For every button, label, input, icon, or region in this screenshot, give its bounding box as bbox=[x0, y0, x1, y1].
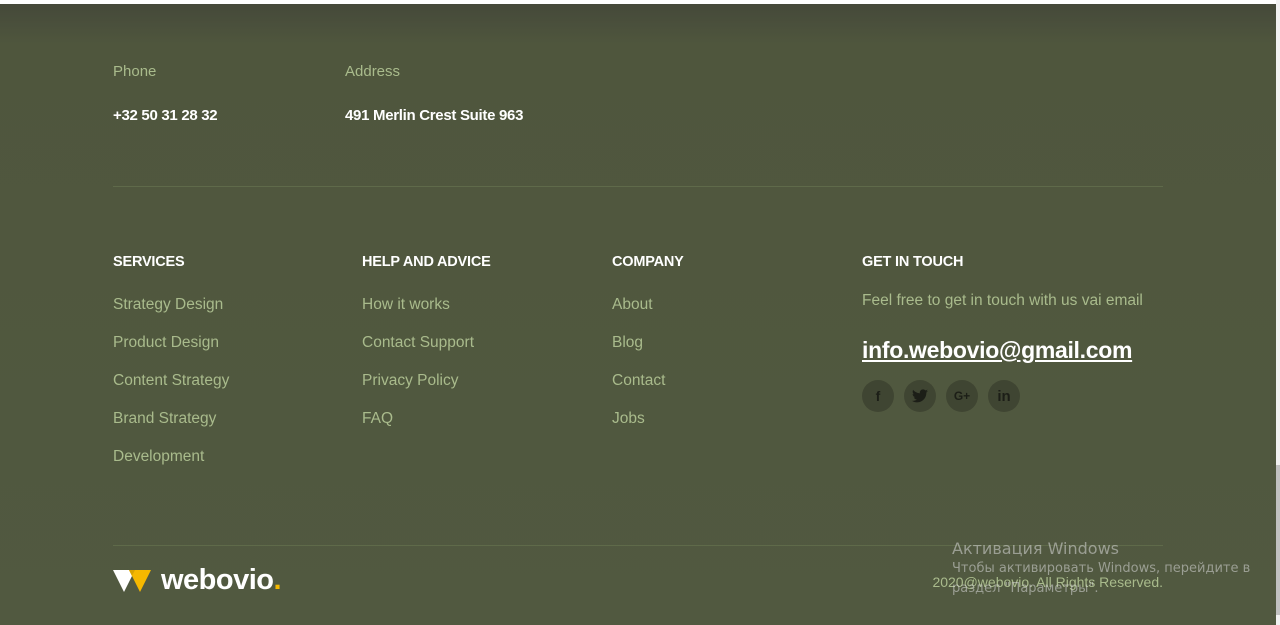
company-link[interactable]: Blog bbox=[612, 333, 684, 353]
address-block: Address 491 Merlin Crest Suite 963 bbox=[345, 62, 523, 124]
address-label: Address bbox=[345, 63, 401, 80]
watermark-text: Чтобы активировать Windows, перейдите в … bbox=[952, 561, 1251, 596]
company-link[interactable]: About bbox=[612, 295, 684, 315]
scrollbar-thumb[interactable] bbox=[1276, 465, 1280, 615]
help-title: HELP AND ADVICE bbox=[362, 254, 491, 270]
services-title: SERVICES bbox=[113, 254, 185, 270]
windows-activation-watermark: Активация Windows Чтобы активировать Win… bbox=[952, 539, 1252, 599]
services-link[interactable]: Strategy Design bbox=[113, 295, 229, 315]
services-column: SERVICES Strategy Design Product Design … bbox=[113, 253, 229, 485]
get-in-touch-column: GET IN TOUCH Feel free to get in touch w… bbox=[862, 253, 1162, 412]
logo-word: webovio bbox=[161, 564, 274, 596]
site-footer: Phone +32 50 31 28 32 Address 491 Merlin… bbox=[0, 4, 1276, 625]
help-column: HELP AND ADVICE How it works Contact Sup… bbox=[362, 253, 491, 447]
company-column: COMPANY About Blog Contact Jobs bbox=[612, 253, 684, 447]
logo-mark-icon bbox=[113, 569, 151, 592]
help-link[interactable]: Privacy Policy bbox=[362, 371, 491, 391]
facebook-icon[interactable]: f bbox=[862, 380, 894, 412]
social-links: f G+ in bbox=[862, 380, 1162, 412]
help-link[interactable]: How it works bbox=[362, 295, 491, 315]
services-link[interactable]: Development bbox=[113, 447, 229, 467]
company-title: COMPANY bbox=[612, 254, 684, 270]
phone-label: Phone bbox=[113, 63, 157, 80]
help-link[interactable]: FAQ bbox=[362, 409, 491, 429]
logo-dot: . bbox=[273, 564, 282, 596]
get-in-touch-text: Feel free to get in touch with us vai em… bbox=[862, 292, 1143, 309]
services-link[interactable]: Content Strategy bbox=[113, 371, 229, 391]
google-plus-icon[interactable]: G+ bbox=[946, 380, 978, 412]
company-link[interactable]: Contact bbox=[612, 371, 684, 391]
twitter-bird-glyph bbox=[912, 389, 928, 403]
linkedin-icon[interactable]: in bbox=[988, 380, 1020, 412]
page-scrollbar[interactable] bbox=[1276, 0, 1280, 625]
top-divider bbox=[113, 186, 1163, 187]
phone-block: Phone +32 50 31 28 32 bbox=[113, 62, 218, 124]
services-link[interactable]: Brand Strategy bbox=[113, 409, 229, 429]
address-value: 491 Merlin Crest Suite 963 bbox=[345, 107, 524, 124]
services-link[interactable]: Product Design bbox=[113, 333, 229, 353]
get-in-touch-title: GET IN TOUCH bbox=[862, 254, 964, 270]
watermark-title: Активация Windows bbox=[952, 539, 1119, 558]
help-link[interactable]: Contact Support bbox=[362, 333, 491, 353]
logo[interactable]: webovio. bbox=[113, 564, 282, 597]
twitter-icon[interactable] bbox=[904, 380, 936, 412]
email-link[interactable]: info.webovio@gmail.com bbox=[862, 337, 1132, 364]
logo-text: webovio. bbox=[161, 564, 282, 597]
phone-value[interactable]: +32 50 31 28 32 bbox=[113, 107, 218, 124]
company-link[interactable]: Jobs bbox=[612, 409, 684, 429]
